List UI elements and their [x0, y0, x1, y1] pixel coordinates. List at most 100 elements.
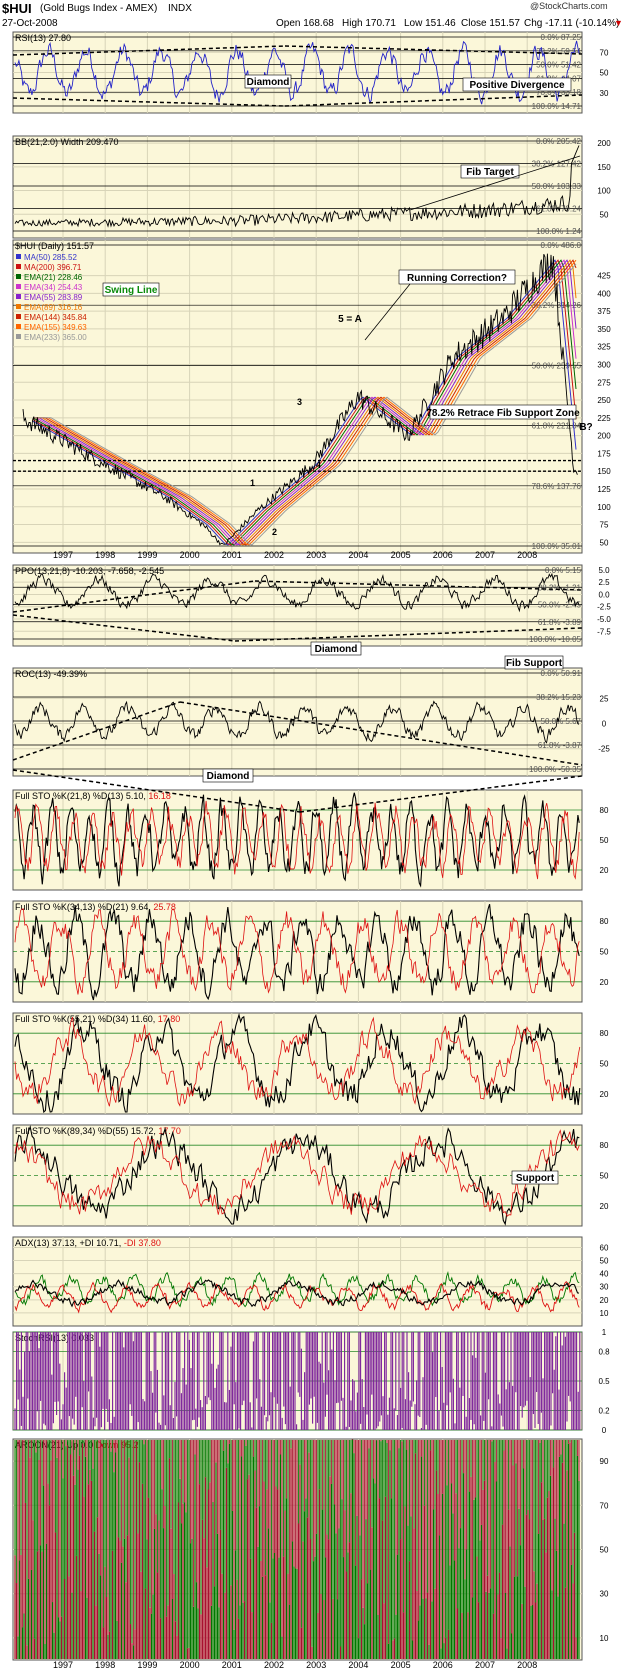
y-tick-label: 50 — [600, 948, 609, 957]
y-tick-label: 175 — [597, 449, 611, 458]
x-axis-year-label: 2008 — [517, 1660, 537, 1670]
wave-label-4: 4 — [316, 460, 321, 470]
sto2-title-red: 25.78 — [153, 902, 176, 912]
annotation-diamond-rsi: Diamond — [247, 77, 290, 88]
x-axis-year-label: 2007 — [475, 1660, 495, 1670]
y-tick-label: 60 — [600, 1243, 609, 1252]
y-tick-label: 100 — [597, 503, 611, 512]
y-tick-label: 50 — [600, 1546, 609, 1555]
y-tick-label: 20 — [600, 866, 609, 875]
y-tick-label: 50 — [600, 69, 609, 78]
y-tick-label: 40 — [600, 1270, 609, 1279]
legend-label: MA(200) 396.71 — [24, 263, 82, 272]
annotation-support: Support — [516, 1173, 555, 1184]
fib-label: 38.2% 15.23 — [536, 693, 581, 702]
y-tick-label: 300 — [597, 360, 611, 369]
y-tick-label: 100 — [597, 187, 611, 196]
legend-label: MA(50) 285.52 — [24, 253, 77, 262]
y-tick-label: 350 — [597, 325, 611, 334]
sto4-title: Full STO %K(89,34) %D(55) 15.72, 17.70 — [15, 1126, 181, 1136]
x-axis-year-label: 2005 — [391, 1660, 411, 1670]
rsi-title: RSI(13) 27.80 — [15, 33, 71, 43]
y-tick-label: 30 — [600, 89, 609, 98]
x-axis-year-label: 1999 — [137, 550, 157, 560]
y-tick-label: 80 — [600, 1029, 609, 1038]
y-tick-label: 50 — [600, 538, 609, 547]
legend-label: EMA(144) 345.84 — [24, 313, 87, 322]
legend-label: EMA(155) 349.63 — [24, 323, 87, 332]
x-axis-year-label: 2006 — [433, 1660, 453, 1670]
y-tick-label: 200 — [597, 432, 611, 441]
fib-label: 0.0% 87.25 — [541, 33, 582, 42]
legend-swatch — [16, 284, 21, 289]
fib-label: 100.0% -10.05 — [529, 635, 582, 644]
fib-label: 50.0% 5.67 — [541, 717, 582, 726]
y-tick-label: 50 — [600, 836, 609, 845]
y-tick-label: 10 — [600, 1634, 609, 1643]
y-tick-label: 90 — [600, 1457, 609, 1466]
y-tick-label: 400 — [597, 289, 611, 298]
wave-label-2: 2 — [272, 527, 277, 537]
fib-label: 0.0% 205.42 — [536, 137, 581, 146]
fib-label: 100.0% 14.71 — [532, 102, 582, 111]
legend-label: EMA(233) 365.00 — [24, 333, 87, 342]
ppo-title: PPO(13,21,8) -10.203, -7.658, -2.545 — [15, 566, 164, 576]
ppo-panel — [12, 564, 583, 647]
legend-swatch — [16, 294, 21, 299]
wave-label-1: 1 — [250, 478, 255, 488]
fib-label: 100.0% -50.35 — [529, 765, 582, 774]
wave-label-3: 3 — [297, 397, 302, 407]
sto1-title: Full STO %K(21,8) %D(13) 5.10, 16.18 — [15, 791, 171, 801]
roc-panel — [12, 667, 583, 777]
x-axis-year-label: 2007 — [475, 550, 495, 560]
annotation-running-correction: Running Correction? — [407, 273, 507, 284]
y-tick-label: 0.0 — [598, 590, 610, 599]
legend-swatch — [16, 264, 21, 269]
annotation-positive-divergence: Positive Divergence — [469, 80, 564, 91]
annotation-b: B? — [579, 422, 592, 433]
x-axis-year-label: 1998 — [95, 1660, 115, 1670]
legend-swatch — [16, 334, 21, 339]
y-tick-label: 150 — [597, 163, 611, 172]
x-axis-year-label: 2001 — [222, 550, 242, 560]
y-tick-label: 0 — [602, 1426, 607, 1435]
x-axis-year-label: 2004 — [348, 1660, 368, 1670]
y-tick-label: 50 — [600, 210, 609, 219]
x-axis-year-label: 1999 — [137, 1660, 157, 1670]
legend-swatch — [16, 254, 21, 259]
chart-canvas: 7050302001501005042540037535032530027525… — [12, 31, 611, 1670]
fib-label: 0.0% 486.0 — [541, 241, 582, 250]
fib-label: 100.0% 1.24 — [536, 227, 581, 236]
x-axis-year-label: 2000 — [180, 550, 200, 560]
legend-label: EMA(21) 228.46 — [24, 273, 83, 282]
y-tick-label: 325 — [597, 343, 611, 352]
y-tick-label: 0.5 — [598, 1377, 610, 1386]
legend-label: EMA(89) 316.16 — [24, 303, 83, 312]
y-tick-label: -7.5 — [597, 627, 611, 636]
legend-label: EMA(55) 283.89 — [24, 293, 83, 302]
bbwidth-title: BB(21,2.0) Width 209.470 — [15, 137, 119, 147]
adx-title-red: -DI 37.80 — [124, 1238, 161, 1248]
roc-title: ROC(13) -49.39% — [15, 669, 87, 679]
y-tick-label: 20 — [600, 978, 609, 987]
y-tick-label: 70 — [600, 48, 609, 57]
y-tick-label: 10 — [600, 1309, 609, 1318]
y-tick-label: 5.0 — [598, 566, 610, 575]
y-tick-label: 275 — [597, 378, 611, 387]
x-axis-year-label: 1997 — [53, 1660, 73, 1670]
bbwidth-panel — [12, 135, 583, 239]
annotation-diamond-roc: Diamond — [207, 771, 250, 782]
legend-swatch — [16, 324, 21, 329]
annotation-diamond-ppo: Diamond — [315, 644, 358, 655]
y-tick-label: 425 — [597, 272, 611, 281]
annotation-5-equals-a: 5 = A — [338, 314, 362, 325]
fib-label: 50.0% 103.33 — [532, 182, 582, 191]
y-tick-label: 50 — [600, 1172, 609, 1181]
sto2-title: Full STO %K(34,13) %D(21) 9.64, 25.78 — [15, 902, 176, 912]
y-tick-label: 20 — [600, 1202, 609, 1211]
y-tick-label: 0.2 — [598, 1406, 610, 1415]
y-tick-label: 20 — [600, 1296, 609, 1305]
x-axis-year-label: 2004 — [348, 550, 368, 560]
y-tick-label: -5.0 — [597, 615, 611, 624]
fib-label: 100.0% 35.01 — [532, 542, 582, 551]
